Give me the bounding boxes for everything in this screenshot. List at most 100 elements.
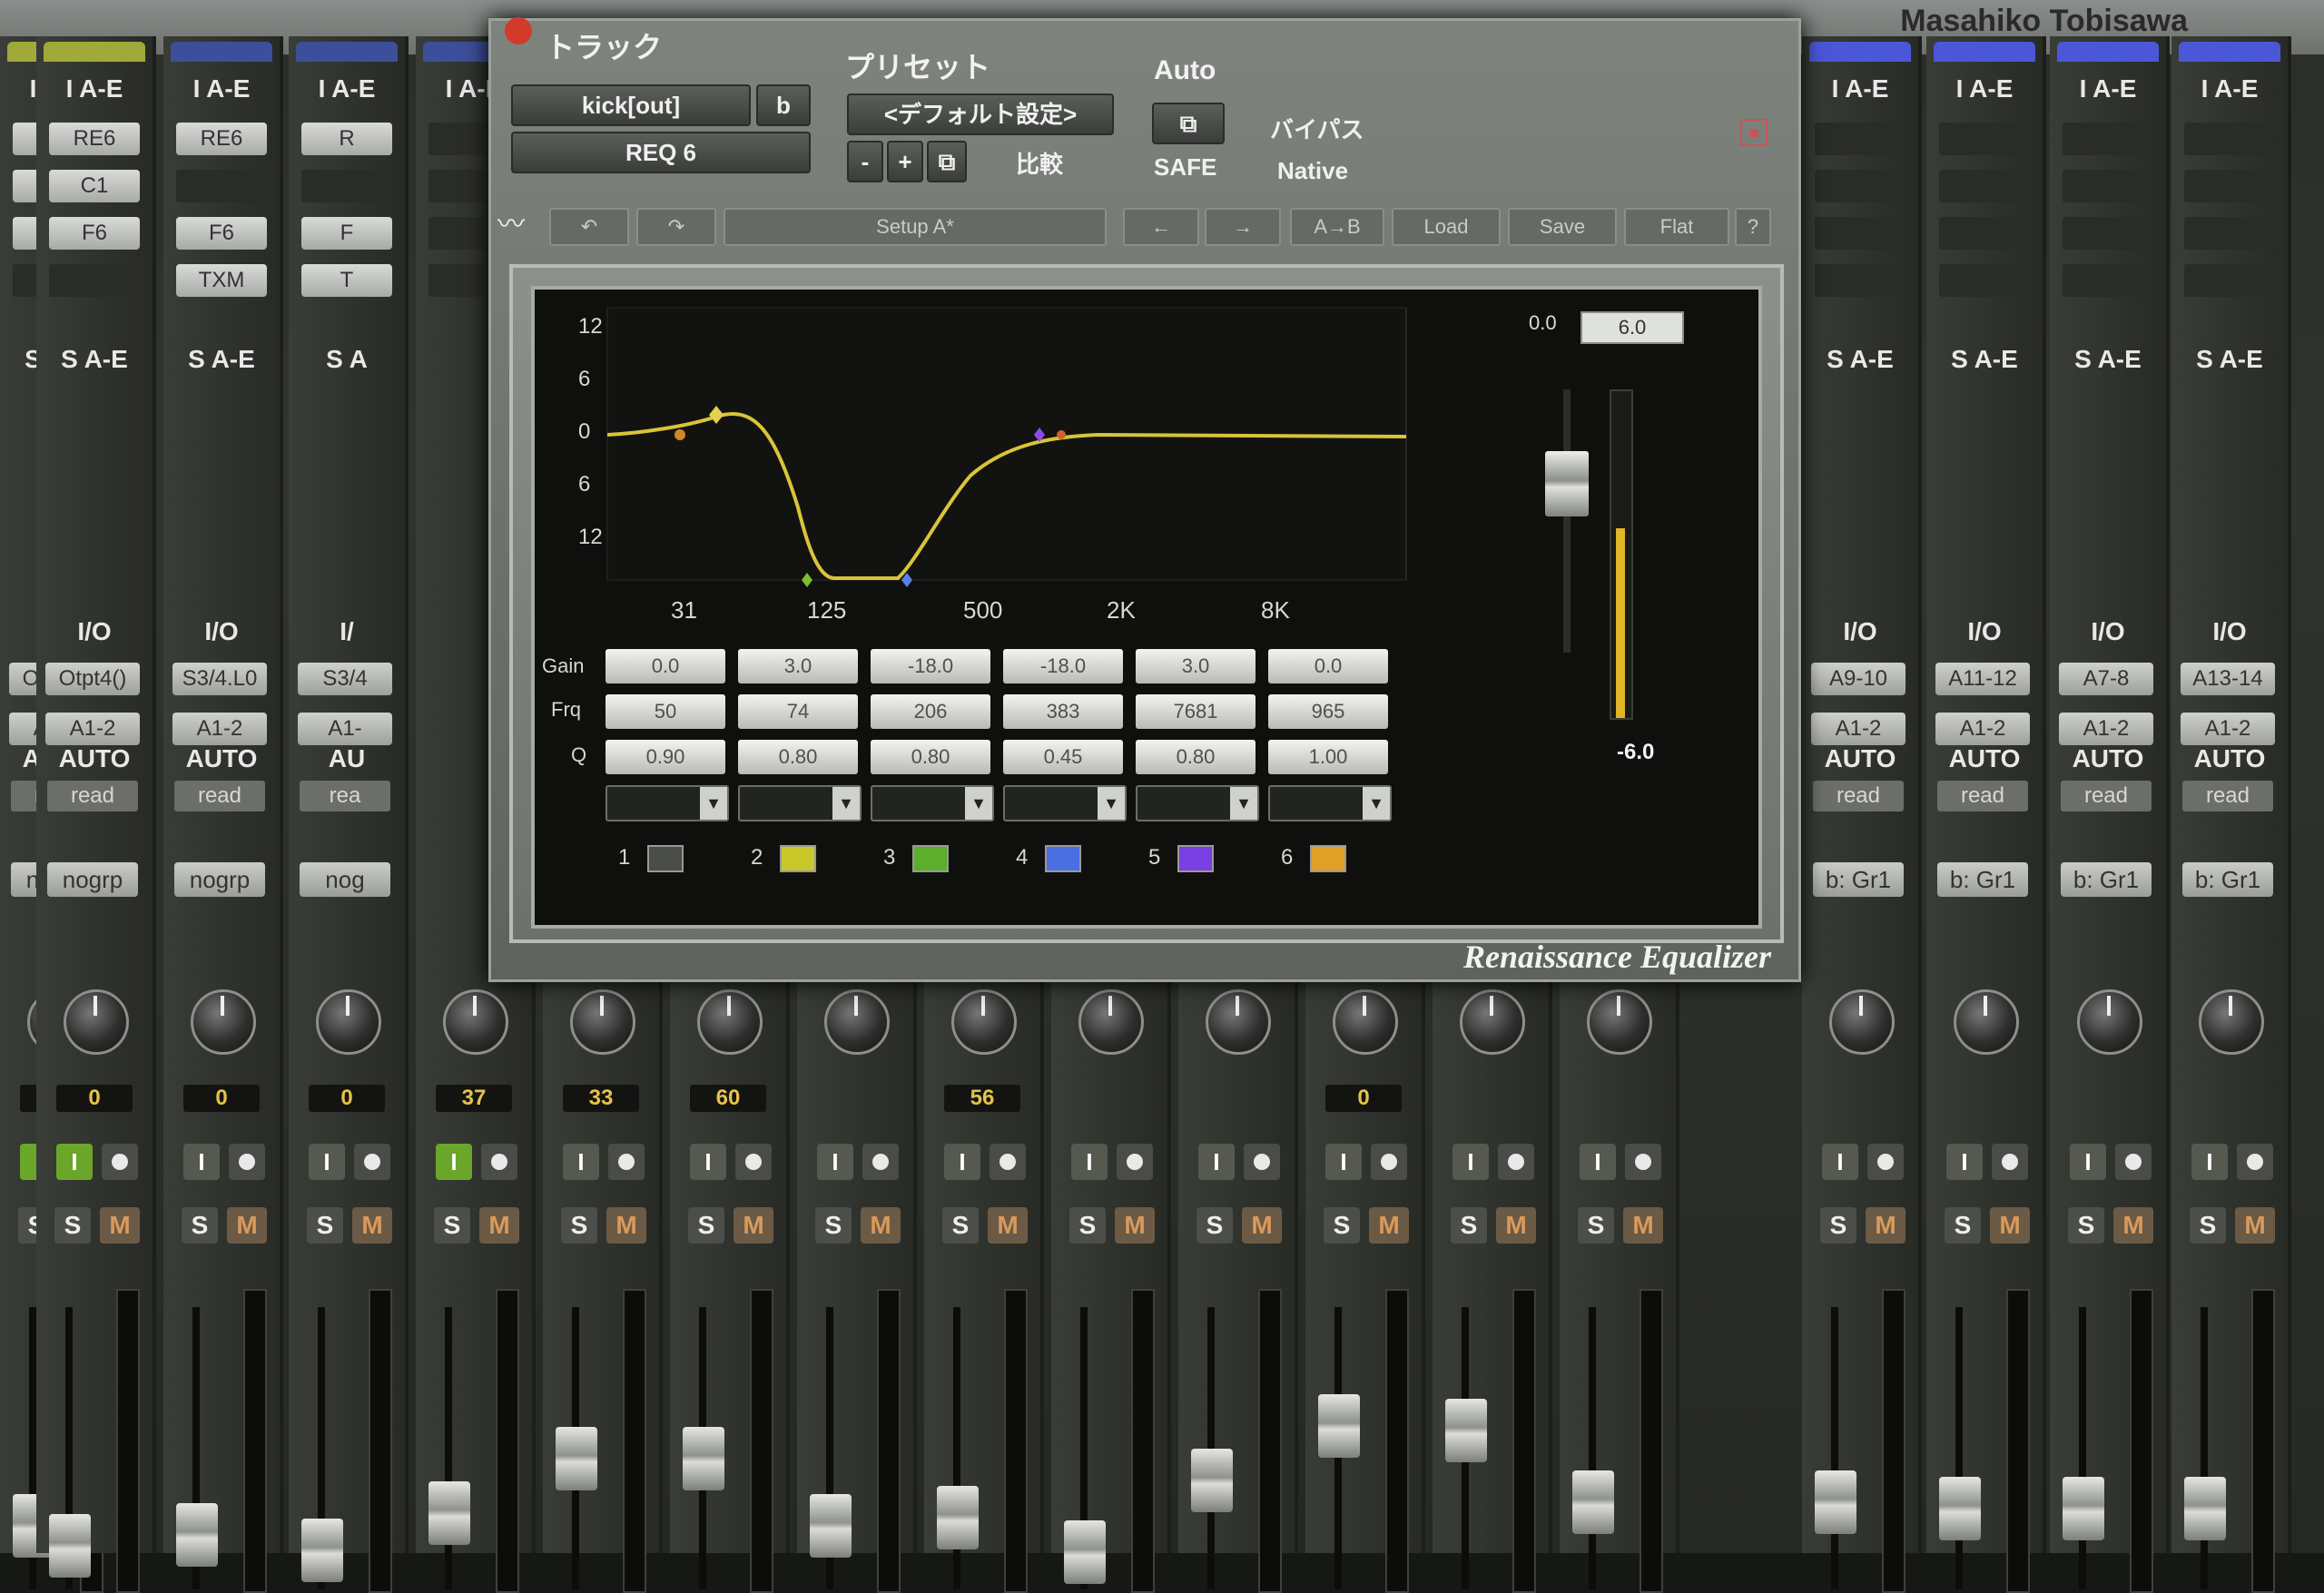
record-enable-button[interactable] xyxy=(1867,1144,1904,1180)
redo-icon[interactable]: ↷ xyxy=(636,208,716,246)
link-icon[interactable]: ⧉ xyxy=(1152,103,1225,144)
input-selector[interactable]: A9-10 xyxy=(1811,663,1905,695)
automation-mode-select[interactable]: read xyxy=(47,781,138,811)
group-select[interactable]: nogrp xyxy=(47,862,138,897)
pan-knob[interactable] xyxy=(951,989,1017,1055)
plugin-power-icon[interactable]: ■ xyxy=(1740,119,1768,146)
input-monitor-button[interactable]: I xyxy=(183,1144,220,1180)
output-fader[interactable] xyxy=(1545,451,1589,516)
volume-fader[interactable] xyxy=(428,1481,470,1545)
mute-button[interactable]: M xyxy=(1990,1207,2030,1244)
automation-mode-select[interactable]: read xyxy=(1813,781,1904,811)
group-select[interactable]: b: Gr1 xyxy=(1813,862,1904,897)
input-selector[interactable]: Otpt4() xyxy=(45,663,140,695)
record-enable-button[interactable] xyxy=(229,1144,265,1180)
mute-button[interactable]: M xyxy=(1623,1207,1663,1244)
pan-knob[interactable] xyxy=(1460,989,1525,1055)
mute-button[interactable]: M xyxy=(1369,1207,1409,1244)
pan-knob[interactable] xyxy=(1954,989,2019,1055)
record-enable-button[interactable] xyxy=(481,1144,517,1180)
output-selector[interactable]: A1-2 xyxy=(2059,713,2153,745)
band-freq-field[interactable]: 965 xyxy=(1268,694,1388,729)
input-monitor-button[interactable]: I xyxy=(1198,1144,1235,1180)
insert-slot[interactable]: RE6 xyxy=(49,123,140,155)
band-enable-toggle[interactable] xyxy=(780,845,816,872)
insert-slot-empty[interactable] xyxy=(2184,123,2275,155)
input-monitor-button[interactable]: I xyxy=(1822,1144,1858,1180)
insert-slot-empty[interactable] xyxy=(1939,123,2030,155)
band-shape-select[interactable]: ▼ xyxy=(1268,785,1392,821)
band-enable-toggle[interactable] xyxy=(1177,845,1214,872)
input-monitor-button[interactable]: I xyxy=(56,1144,93,1180)
output-gain-field[interactable]: 6.0 xyxy=(1581,311,1684,344)
solo-button[interactable]: S xyxy=(1196,1207,1233,1244)
volume-fader[interactable] xyxy=(176,1503,218,1567)
record-enable-button[interactable] xyxy=(990,1144,1026,1180)
band-gain-field[interactable]: 0.0 xyxy=(606,649,725,683)
automation-mode-select[interactable]: read xyxy=(174,781,265,811)
volume-fader[interactable] xyxy=(556,1427,597,1490)
input-monitor-button[interactable]: I xyxy=(563,1144,599,1180)
band-gain-field[interactable]: 3.0 xyxy=(1136,649,1256,683)
pan-knob[interactable] xyxy=(1587,989,1652,1055)
input-monitor-button[interactable]: I xyxy=(1580,1144,1616,1180)
solo-button[interactable]: S xyxy=(942,1207,979,1244)
mute-button[interactable]: M xyxy=(1242,1207,1282,1244)
solo-button[interactable]: S xyxy=(688,1207,724,1244)
group-select[interactable]: nog xyxy=(300,862,390,897)
input-selector[interactable]: S3/4.L0 xyxy=(172,663,267,695)
insert-slot-empty[interactable] xyxy=(1815,217,1905,250)
insert-slot-empty[interactable] xyxy=(1815,264,1905,297)
band-gain-field[interactable]: 3.0 xyxy=(738,649,858,683)
insert-slot-empty[interactable] xyxy=(2184,170,2275,202)
group-select[interactable]: nogrp xyxy=(174,862,265,897)
input-monitor-button[interactable]: I xyxy=(2191,1144,2228,1180)
band-shape-select[interactable]: ▼ xyxy=(871,785,994,821)
band-q-field[interactable]: 0.80 xyxy=(738,740,858,774)
input-monitor-button[interactable]: I xyxy=(1946,1144,1983,1180)
band-gain-field[interactable]: -18.0 xyxy=(1003,649,1123,683)
undo-icon[interactable]: ↶ xyxy=(549,208,629,246)
band-q-field[interactable]: 0.90 xyxy=(606,740,725,774)
volume-fader[interactable] xyxy=(683,1427,724,1490)
mute-button[interactable]: M xyxy=(1866,1207,1905,1244)
insert-slot-select[interactable]: b xyxy=(756,84,811,126)
input-monitor-button[interactable]: I xyxy=(1071,1144,1108,1180)
prev-setup-icon[interactable]: ← xyxy=(1123,208,1199,246)
input-monitor-button[interactable]: I xyxy=(309,1144,345,1180)
volume-fader[interactable] xyxy=(1815,1470,1856,1534)
insert-slot-empty[interactable] xyxy=(176,170,267,202)
band-enable-toggle[interactable] xyxy=(1045,845,1081,872)
insert-slot-empty[interactable] xyxy=(1939,217,2030,250)
track-color-bar[interactable] xyxy=(171,42,272,62)
record-enable-button[interactable] xyxy=(2115,1144,2152,1180)
record-enable-button[interactable] xyxy=(1498,1144,1534,1180)
band-freq-field[interactable]: 74 xyxy=(738,694,858,729)
volume-fader[interactable] xyxy=(301,1519,343,1582)
band-gain-field[interactable]: -18.0 xyxy=(871,649,990,683)
volume-fader[interactable] xyxy=(1939,1477,1981,1540)
band-freq-field[interactable]: 383 xyxy=(1003,694,1123,729)
mute-button[interactable]: M xyxy=(606,1207,646,1244)
record-enable-button[interactable] xyxy=(1992,1144,2028,1180)
track-color-bar[interactable] xyxy=(1934,42,2035,62)
solo-button[interactable]: S xyxy=(434,1207,470,1244)
insert-slot[interactable]: T xyxy=(301,264,392,297)
insert-slot-empty[interactable] xyxy=(1815,170,1905,202)
insert-slot-empty[interactable] xyxy=(2063,217,2153,250)
volume-fader[interactable] xyxy=(1318,1394,1360,1458)
band-1-node[interactable] xyxy=(675,429,685,440)
ab-button[interactable]: A→B xyxy=(1290,208,1384,246)
volume-fader[interactable] xyxy=(49,1514,91,1578)
band-freq-field[interactable]: 50 xyxy=(606,694,725,729)
output-selector[interactable]: A1-2 xyxy=(1811,713,1905,745)
pan-knob[interactable] xyxy=(1078,989,1144,1055)
mute-button[interactable]: M xyxy=(1115,1207,1155,1244)
input-monitor-button[interactable]: I xyxy=(944,1144,980,1180)
preset-plus-button[interactable]: + xyxy=(887,141,923,182)
track-color-bar[interactable] xyxy=(44,42,145,62)
mute-button[interactable]: M xyxy=(352,1207,392,1244)
input-monitor-button[interactable]: I xyxy=(690,1144,726,1180)
track-color-bar[interactable] xyxy=(2057,42,2159,62)
band-freq-field[interactable]: 206 xyxy=(871,694,990,729)
